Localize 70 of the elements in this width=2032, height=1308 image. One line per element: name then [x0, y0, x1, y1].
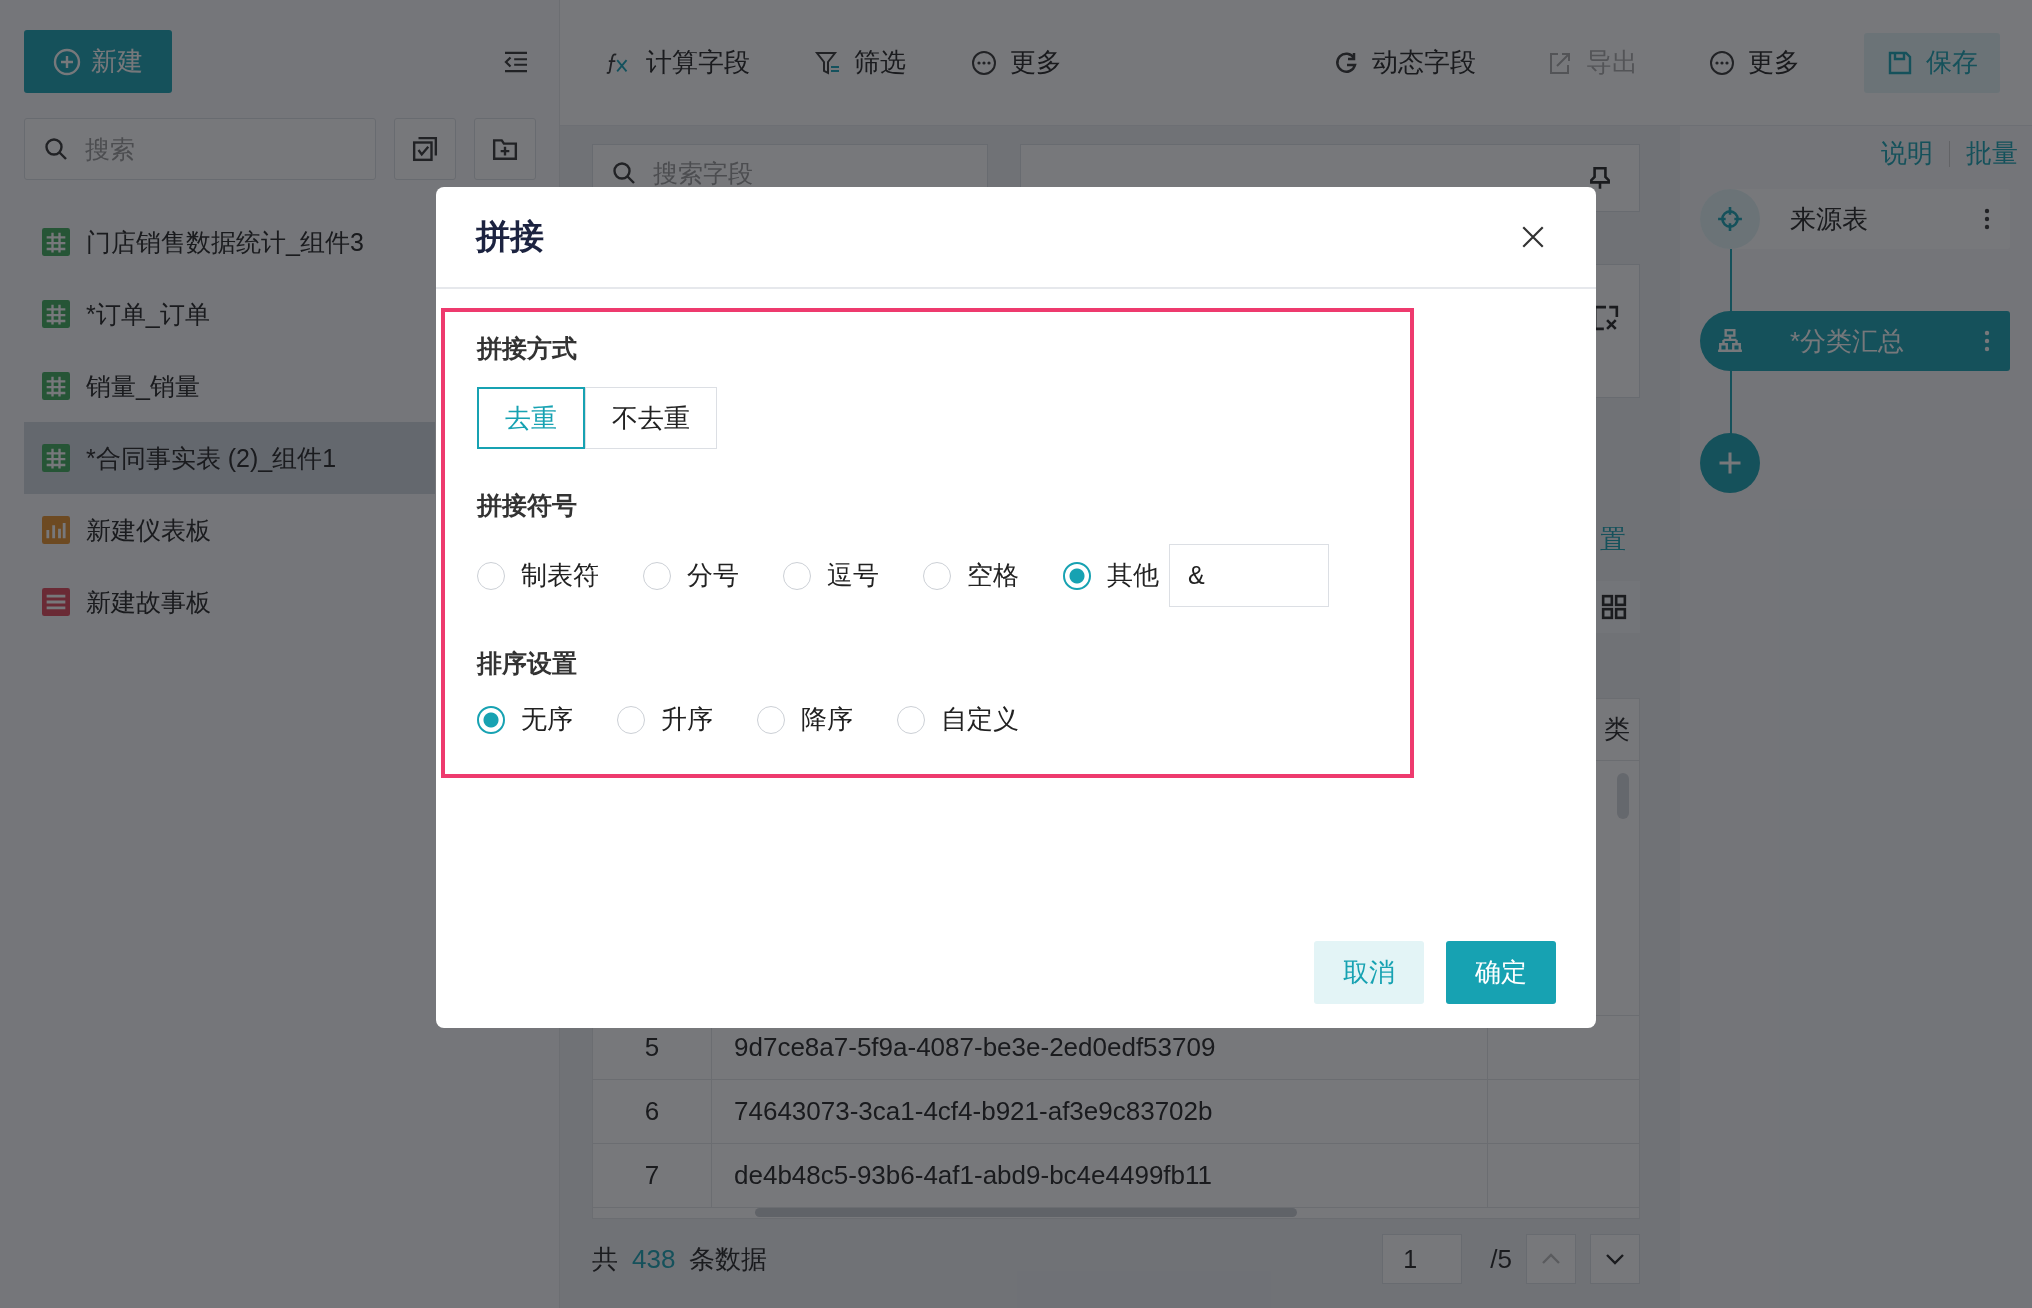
add-node-button[interactable] — [1700, 433, 1760, 493]
radio-option[interactable]: 逗号 — [783, 558, 879, 593]
grid-icon — [1601, 594, 1627, 620]
toolbar-button[interactable]: 计算字段 — [600, 32, 756, 93]
search-icon — [612, 161, 636, 185]
segment-option[interactable]: 去重 — [477, 387, 585, 449]
row-number: 7 — [644, 1160, 660, 1191]
radio-option[interactable]: 其他 — [1063, 558, 1159, 593]
new-button[interactable]: 新建 — [24, 30, 172, 93]
pin-icon[interactable] — [1587, 165, 1613, 191]
cancel-button[interactable]: 取消 — [1314, 941, 1424, 1004]
search-icon — [44, 137, 68, 161]
sidebar-item[interactable]: 新建仪表板 — [24, 494, 435, 566]
record-count: 共 438 条数据 — [592, 1242, 768, 1276]
list-icon — [42, 588, 70, 616]
more-icon — [1708, 49, 1736, 76]
sidebar-item[interactable]: *合同事实表 (2)_组件1 — [24, 422, 435, 494]
more-vertical-icon[interactable] — [1984, 329, 1990, 353]
table-cell: 9d7ce8a7-5f9a-4087-be3e-2ed0edf53709 — [734, 1032, 1216, 1063]
sidebar-item[interactable]: 门店销售数据统计_组件3 — [24, 206, 435, 278]
table-cell: de4b48c5-93b6-4af1-abd9-bc4e4499fb11 — [734, 1160, 1213, 1191]
radio-option[interactable]: 自定义 — [897, 702, 1019, 737]
checkbox-stack-icon — [412, 136, 438, 162]
radio-option[interactable]: 空格 — [923, 558, 1019, 593]
segment-option[interactable]: 不去重 — [585, 387, 717, 449]
table-icon — [42, 372, 70, 400]
table-icon — [42, 228, 70, 256]
table-icon — [42, 300, 70, 328]
collapse-icon[interactable] — [503, 50, 529, 73]
more-vertical-icon[interactable] — [1984, 207, 1990, 231]
hierarchy-icon — [1717, 328, 1743, 354]
radio-option[interactable]: 制表符 — [477, 558, 599, 593]
folder-plus-icon — [492, 136, 518, 162]
row-number: 6 — [644, 1096, 660, 1127]
sidebar-item[interactable]: 销量_销量 — [24, 350, 435, 422]
table-cell: 74643073-3ca1-4cf4-b921-af3e9c83702b — [734, 1096, 1213, 1127]
radio-option[interactable]: 无序 — [477, 702, 573, 737]
page-total: /5 — [1490, 1243, 1512, 1275]
dialog-title: 拼接 — [476, 216, 544, 257]
toolbar-button[interactable]: 更多 — [964, 32, 1068, 93]
save-icon — [1886, 49, 1914, 76]
radio-option[interactable]: 降序 — [757, 702, 853, 737]
toolbar-button[interactable]: 筛选 — [808, 32, 912, 93]
radio-option[interactable]: 升序 — [617, 702, 713, 737]
toolbar-button[interactable]: 更多 — [1702, 32, 1806, 93]
section-label: 拼接方式 — [477, 333, 577, 364]
row-number: 5 — [644, 1032, 660, 1063]
toolbar-button[interactable]: 动态字段 — [1326, 32, 1482, 93]
column-header: 类 — [1604, 713, 1630, 746]
separator-input[interactable]: & — [1169, 544, 1329, 607]
radio-button[interactable] — [1063, 561, 1091, 590]
section-label: 拼接符号 — [477, 490, 577, 521]
sidebar-item[interactable]: *订单_订单 — [24, 278, 435, 350]
radio-option[interactable]: 分号 — [643, 558, 739, 593]
filter-icon — [814, 49, 842, 76]
batch-select-button[interactable] — [394, 118, 456, 180]
sidebar-item[interactable]: 新建故事板 — [24, 566, 435, 638]
plus-circle-icon — [53, 47, 81, 76]
confirm-button[interactable]: 确定 — [1446, 941, 1556, 1004]
section-label: 排序设置 — [477, 648, 577, 679]
target-icon — [1717, 206, 1743, 232]
page-input[interactable]: 1 — [1382, 1234, 1463, 1284]
radio-button[interactable] — [477, 705, 505, 734]
more-icon — [970, 49, 998, 76]
close-icon[interactable] — [1520, 224, 1546, 250]
next-page-button[interactable] — [1590, 1234, 1640, 1284]
new-folder-button[interactable] — [474, 118, 536, 180]
chart-icon — [42, 516, 70, 544]
flow-node[interactable]: *分类汇总 — [1700, 311, 2010, 371]
table-icon — [42, 444, 70, 472]
